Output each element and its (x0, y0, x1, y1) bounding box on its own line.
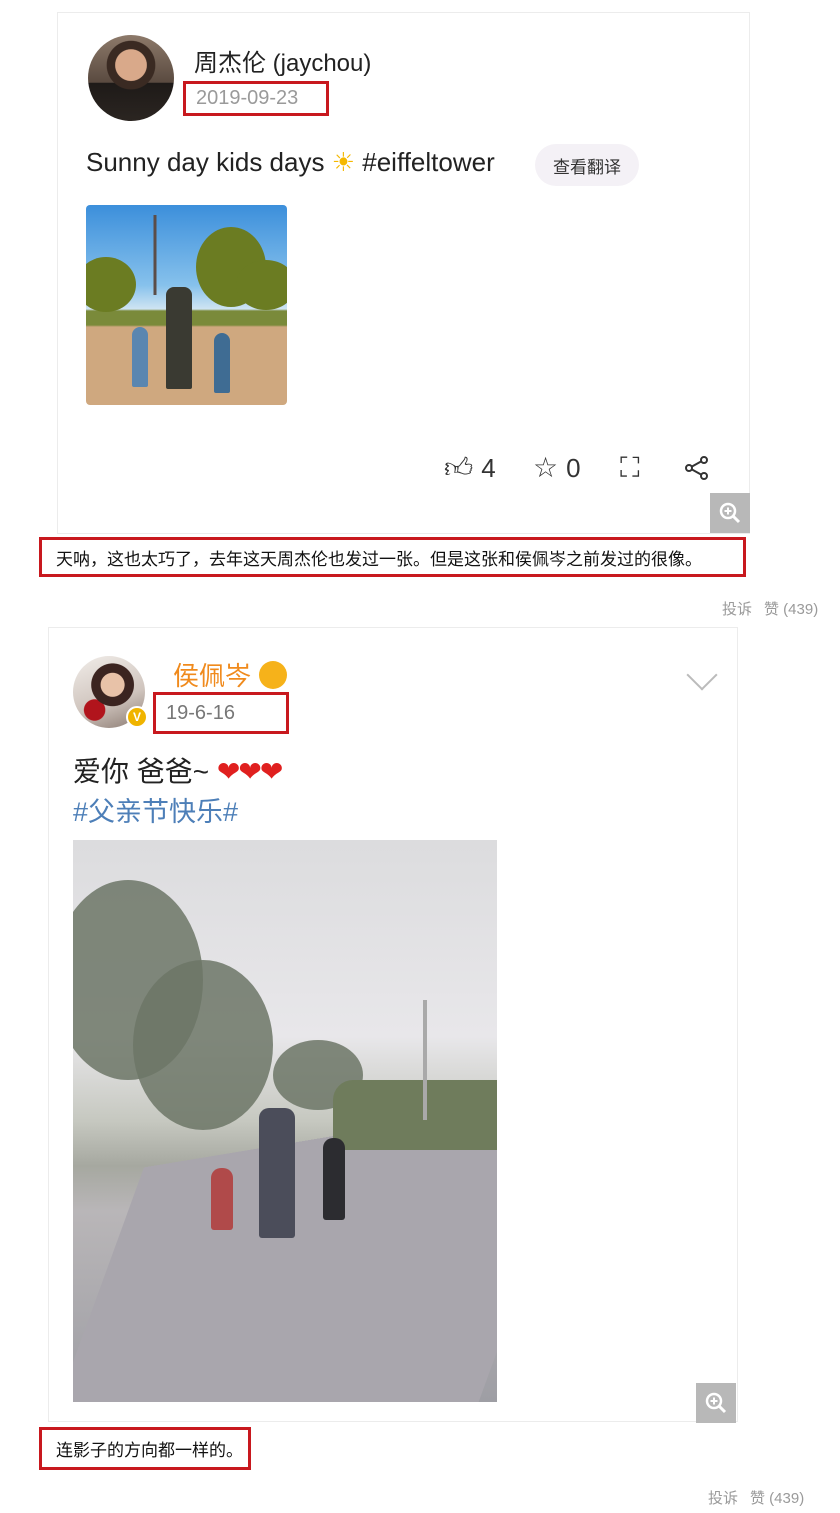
like-link[interactable]: 赞 (439) (750, 1490, 804, 1507)
post-photo-walkway[interactable] (73, 840, 497, 1402)
comment-text: 连影子的方向都一样的。 (56, 1441, 243, 1460)
eiffel-tower-shape (148, 215, 162, 295)
post-text-body: Sunny day kids days (86, 147, 325, 177)
like-count: 4 (481, 452, 496, 483)
star-icon: ☆ (533, 452, 559, 483)
expand-button[interactable]: ⛶ (620, 453, 640, 483)
comment-caption-highlighted: 天呐，这也太巧了，去年这天周杰伦也发过一张。但是这张和侯佩岑之前发过的很像。 (39, 537, 746, 577)
hedge-shape (333, 1080, 497, 1150)
emoji-badge-icon (259, 660, 288, 689)
child-figure (214, 333, 230, 393)
avatar-jaychou[interactable] (88, 35, 174, 121)
tree-shape (236, 260, 287, 310)
post-date-highlighted: 19-6-16 (153, 692, 289, 734)
zoom-in-button[interactable] (710, 493, 750, 533)
report-link[interactable]: 投诉 (722, 601, 752, 618)
tree-shape (133, 960, 273, 1130)
post-date: 2019-09-23 (196, 87, 299, 109)
weibo-post-card-houpeicen: V 侯佩岑 19-6-16 爱你 爸爸~ ❤❤❤ #父亲节快乐# (48, 627, 738, 1422)
post-hashtag[interactable]: #eiffeltower (362, 147, 495, 177)
child-figure (211, 1168, 233, 1230)
sun-emoji-icon: ☀ (331, 147, 356, 177)
zoom-in-button[interactable] (696, 1383, 736, 1423)
like-button[interactable]: 👍︎ 4 (444, 453, 496, 483)
share-button[interactable] (684, 453, 710, 483)
adult-figure (259, 1108, 295, 1238)
adult-figure (166, 287, 192, 389)
hearts-emoji-icon: ❤❤❤ (216, 756, 283, 787)
post-text-body: 爱你 爸爸~ (73, 756, 210, 787)
comment-meta: 投诉赞 (439) (722, 598, 818, 619)
like-link[interactable]: 赞 (439) (764, 601, 818, 618)
post-text: 爱你 爸爸~ ❤❤❤ (73, 750, 283, 790)
expand-icon: ⛶ (620, 452, 640, 483)
thumbs-up-icon: 👍︎ (444, 452, 474, 483)
comment-meta: 投诉赞 (439) (708, 1487, 804, 1508)
child-figure (132, 327, 148, 387)
post-username[interactable]: 周杰伦 (jaychou) (194, 43, 371, 78)
favorite-button[interactable]: ☆ 0 (533, 453, 581, 483)
translate-button[interactable]: 查看翻译 (535, 144, 639, 186)
chevron-down-icon[interactable] (686, 659, 718, 691)
comment-text: 天呐，这也太巧了，去年这天周杰伦也发过一张。但是这张和侯佩岑之前发过的很像。 (56, 549, 702, 569)
lamp-pole-shape (423, 1000, 427, 1120)
post-username[interactable]: 侯佩岑 (173, 656, 288, 693)
verified-badge-icon: V (126, 706, 148, 728)
share-icon (685, 456, 708, 480)
post-date-highlighted: 2019-09-23 (183, 81, 329, 116)
favorite-count: 0 (566, 452, 581, 483)
weibo-post-card-jaychou: 周杰伦 (jaychou) 2019-09-23 Sunny day kids … (57, 12, 750, 534)
zoom-in-icon (719, 502, 741, 524)
tree-shape (86, 257, 136, 312)
zoom-in-icon (705, 1392, 727, 1414)
post-date: 19-6-16 (166, 701, 235, 724)
post-text: Sunny day kids days ☀ #eiffeltower (86, 147, 495, 178)
child-figure (323, 1138, 345, 1220)
comment-caption-highlighted: 连影子的方向都一样的。 (39, 1427, 251, 1470)
post-photo-eiffel[interactable] (86, 205, 287, 405)
report-link[interactable]: 投诉 (708, 1490, 738, 1507)
post-hashtag[interactable]: #父亲节快乐# (73, 790, 238, 829)
post-username-text: 侯佩岑 (173, 661, 252, 691)
